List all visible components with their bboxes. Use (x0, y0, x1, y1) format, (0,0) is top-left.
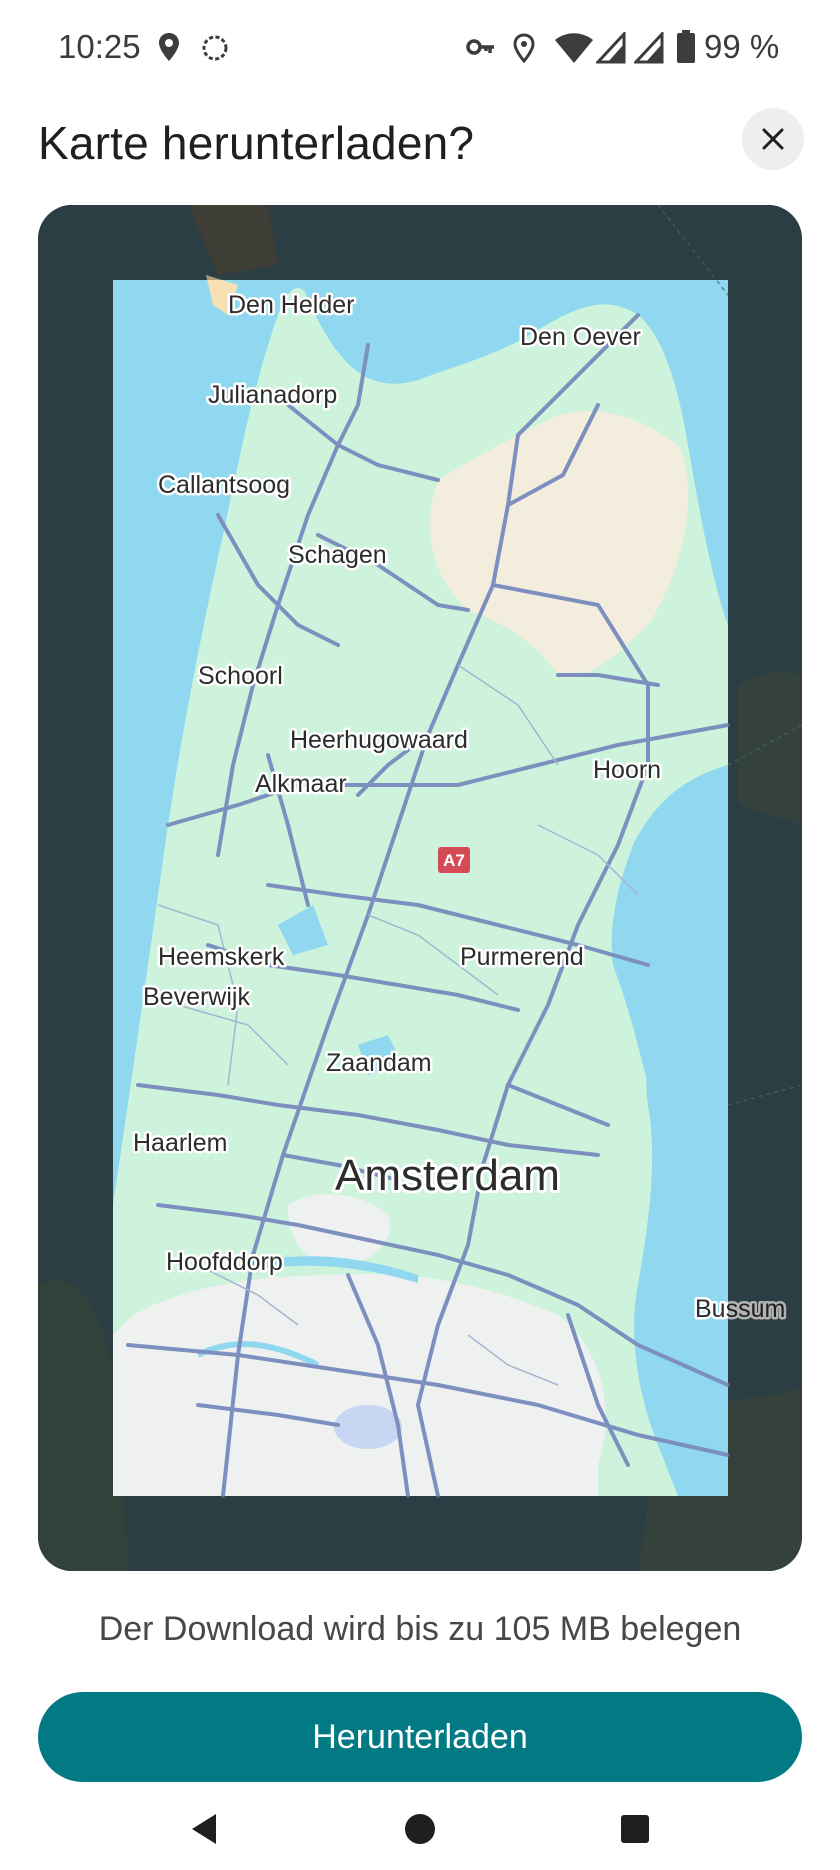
battery-percentage: 99 % (704, 28, 780, 65)
selected-area (113, 275, 730, 1498)
back-icon[interactable] (188, 1812, 220, 1846)
map-label-hoofddorp[interactable]: Hoofddorp (164, 1246, 286, 1279)
map-label-julianadorp[interactable]: Julianadorp (206, 379, 340, 412)
map-label-hoorn[interactable]: Hoorn (591, 754, 664, 787)
location-icon (159, 33, 179, 61)
map-label-beverwijk[interactable]: Beverwijk (141, 981, 253, 1014)
recents-icon[interactable] (620, 1814, 650, 1844)
battery-icon (677, 30, 695, 63)
map-label-heerhugowaard[interactable]: Heerhugowaard (288, 724, 471, 757)
map-label-zaandam[interactable]: Zaandam (324, 1047, 435, 1080)
map-label-heemskerk[interactable]: Heemskerk (156, 941, 288, 974)
navigation-bar (0, 1790, 840, 1870)
map-label-haarlem[interactable]: Haarlem (131, 1127, 230, 1160)
road-shield-label: A7 (443, 851, 465, 870)
assistant-icon (202, 35, 228, 61)
dialog-title: Karte herunterladen? (38, 117, 475, 169)
vpn-key-icon (466, 39, 494, 55)
close-button[interactable] (742, 108, 804, 170)
map-label-amsterdam[interactable]: Amsterdam (332, 1148, 563, 1203)
map-label-schagen[interactable]: Schagen (286, 539, 390, 572)
map-canvas: A7 Den Helder Den Oever Julianadorp Call… (38, 205, 802, 1571)
map-preview[interactable]: A7 Den Helder Den Oever Julianadorp Call… (38, 205, 802, 1571)
signal-icon (596, 32, 626, 64)
status-bar: 10:25 99 % (0, 0, 840, 96)
signal-icon (634, 32, 664, 64)
download-size-info: Der Download wird bis zu 105 MB belegen (98, 1610, 742, 1648)
map-label-schoorl[interactable]: Schoorl (196, 660, 286, 693)
map-label-den-helder[interactable]: Den Helder (226, 289, 357, 322)
map-label-alkmaar[interactable]: Alkmaar (253, 768, 350, 801)
map-label-den-oever[interactable]: Den Oever (518, 321, 644, 354)
map-label-callantsoog[interactable]: Callantsoog (156, 469, 293, 502)
status-time: 10:25 (58, 28, 141, 65)
location-icon (513, 33, 535, 63)
home-icon[interactable] (403, 1812, 437, 1846)
download-button[interactable]: Herunterladen (38, 1692, 802, 1782)
wifi-icon (555, 33, 593, 63)
map-label-purmerend[interactable]: Purmerend (458, 941, 587, 974)
road-shield-a7: A7 (438, 847, 470, 873)
close-icon (762, 128, 784, 150)
